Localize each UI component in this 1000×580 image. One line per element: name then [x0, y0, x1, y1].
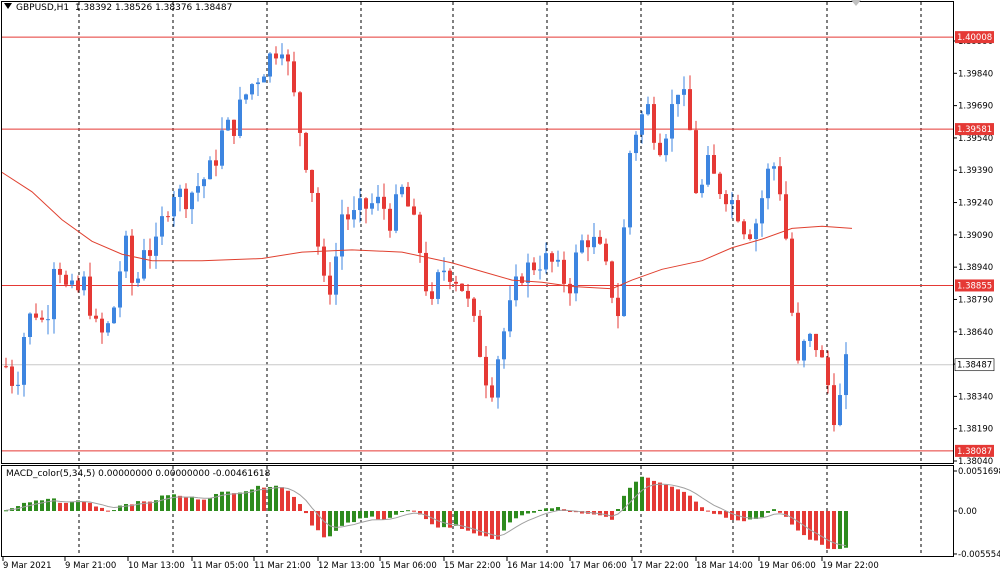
symbol-label: GBPUSD,H1 [16, 3, 70, 13]
time-tick-label: 12 Mar 13:00 [318, 561, 375, 571]
macd-tick-label: 0.0051698 [958, 467, 1000, 477]
time-tick-label: 17 Mar 06:00 [570, 561, 627, 571]
time-tick-label: 19 Mar 06:00 [759, 561, 816, 571]
ohlc-values: 1.38392 1.38526 1.38376 1.38487 [74, 3, 233, 13]
time-tick-label: 9 Mar 2021 [3, 561, 51, 571]
time-tick-label: 19 Mar 22:00 [822, 561, 879, 571]
price-level-label: 1.38087 [957, 447, 992, 457]
macd-tick-label: -0.005554 [958, 550, 1000, 560]
time-tick-label: 11 Mar 21:00 [254, 561, 311, 571]
price-tick-label: 1.39390 [958, 166, 993, 176]
macd-indicator-label: MACD_color(5,34,5) 0.00000000 0.00000000… [6, 469, 271, 479]
time-tick-label: 18 Mar 14:00 [696, 561, 753, 571]
price-tick-label: 1.38190 [958, 425, 993, 435]
price-tick-label: 1.39840 [958, 69, 993, 79]
time-tick-label: 10 Mar 13:00 [128, 561, 185, 571]
scroll-arrow-icon[interactable] [851, 0, 861, 6]
price-level-label: 1.38855 [957, 281, 992, 291]
price-tick-label: 1.38040 [958, 457, 993, 467]
price-tick-label: 1.38790 [958, 295, 993, 305]
symbol-info: GBPUSD,H1 1.38392 1.38526 1.38376 1.3848… [4, 3, 232, 13]
price-tick-label: 1.39090 [958, 231, 993, 241]
price-tick-label: 1.38640 [958, 328, 993, 338]
time-tick-label: 15 Mar 22:00 [444, 561, 501, 571]
price-chart-border [1, 1, 954, 464]
price-tick-label: 1.39540 [958, 134, 993, 144]
macd-tick-label: 0.00 [958, 507, 977, 517]
price-level-label: 1.40008 [957, 33, 992, 43]
time-tick-label: 9 Mar 21:00 [65, 561, 116, 571]
time-tick-label: 15 Mar 06:00 [380, 561, 437, 571]
price-tick-label: 1.39690 [958, 102, 993, 112]
time-tick-label: 11 Mar 05:00 [192, 561, 249, 571]
price-tick-label: 1.39240 [958, 199, 993, 209]
time-tick-label: 17 Mar 22:00 [632, 561, 689, 571]
dropdown-triangle-icon[interactable] [4, 3, 12, 9]
current-price-label: 1.38487 [957, 361, 992, 371]
price-tick-label: 1.38940 [958, 263, 993, 273]
price-tick-label: 1.38340 [958, 392, 993, 402]
time-tick-label: 16 Mar 14:00 [507, 561, 564, 571]
chart-window[interactable]: 1.399901.398401.396901.395401.393901.392… [0, 0, 1000, 580]
price-level-label: 1.39581 [957, 125, 992, 135]
